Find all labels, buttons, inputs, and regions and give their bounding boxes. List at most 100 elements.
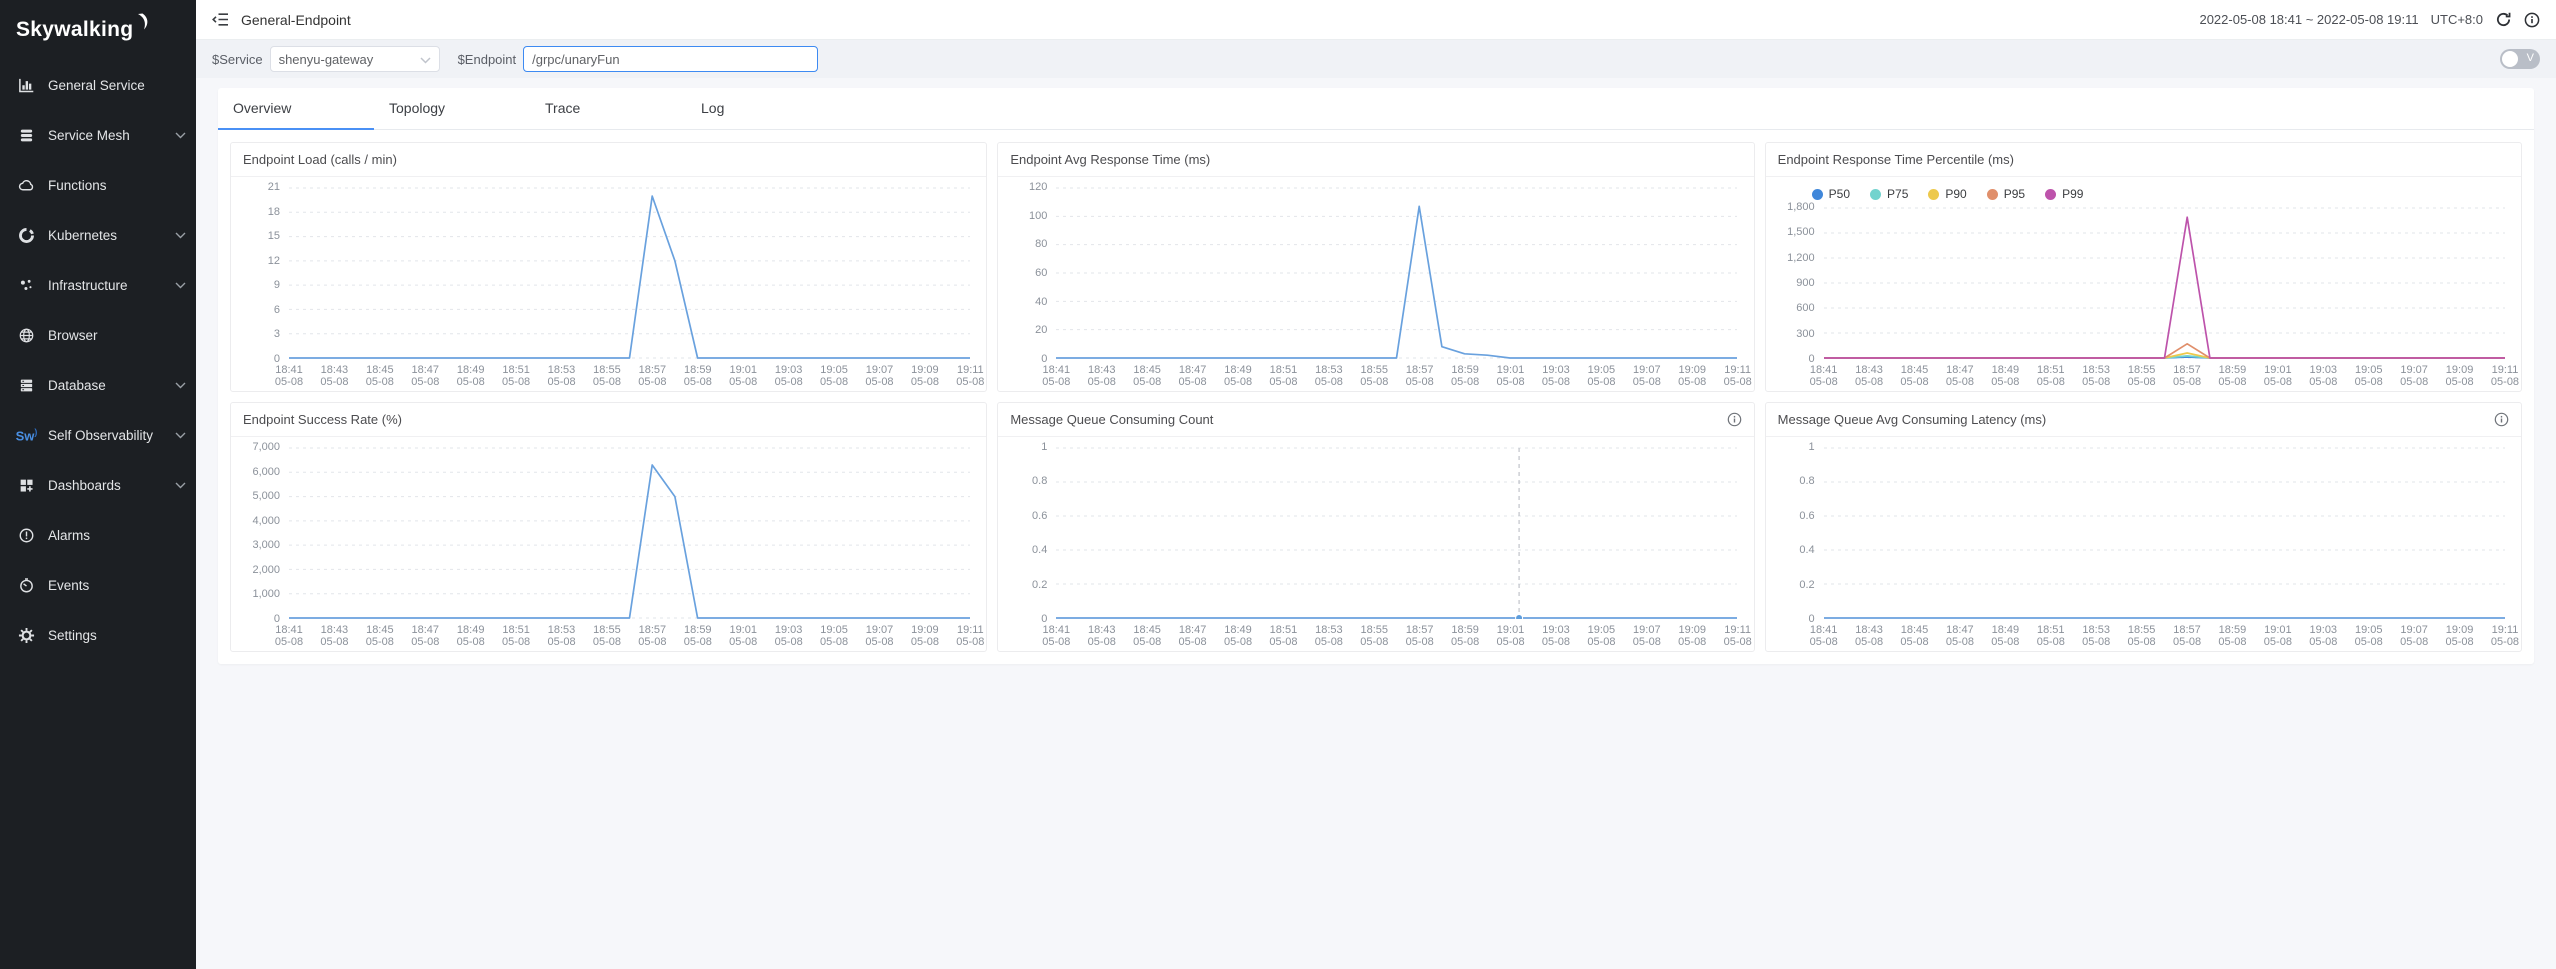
chart-title: Message Queue Avg Consuming Latency (ms): [1778, 412, 2047, 427]
x-tick-label: 19:0905-08: [2445, 364, 2473, 388]
x-tick-label: 19:1105-08: [956, 624, 984, 648]
x-tick-label: 18:4505-08: [1133, 624, 1161, 648]
x-tick-label: 18:4505-08: [366, 364, 394, 388]
x-tick-label: 18:5705-08: [1406, 624, 1434, 648]
x-tick-label: 18:5105-08: [1269, 624, 1297, 648]
y-tick-label: 100: [1029, 210, 1047, 222]
info-icon[interactable]: [2524, 12, 2540, 28]
y-tick-label: 120: [1029, 181, 1047, 193]
x-tick-label: 18:5705-08: [638, 624, 666, 648]
tab-trace[interactable]: Trace: [530, 88, 686, 129]
x-tick-label: 18:4905-08: [1224, 624, 1252, 648]
sidebar-item-settings[interactable]: Settings: [0, 610, 196, 660]
sidebar-item-events[interactable]: Events: [0, 560, 196, 610]
refresh-icon[interactable]: [2495, 11, 2512, 28]
y-tick-label: 40: [1035, 296, 1047, 308]
x-tick-label: 19:0105-08: [1496, 364, 1524, 388]
y-tick-label: 0.2: [1032, 579, 1047, 591]
x-tick-label: 18:4705-08: [1946, 364, 1974, 388]
tab-log[interactable]: Log: [686, 88, 842, 129]
chart-title: Message Queue Consuming Count: [1010, 412, 1213, 427]
sidebar-item-dashboards[interactable]: Dashboards: [0, 460, 196, 510]
app-logo[interactable]: Skywalking: [0, 0, 196, 60]
sidebar-item-general-service[interactable]: General Service: [0, 60, 196, 110]
legend-item-p99[interactable]: P99: [2045, 187, 2083, 201]
x-tick-label: 19:0905-08: [1678, 624, 1706, 648]
x-tick-label: 18:4905-08: [1991, 364, 2019, 388]
y-axis: 7,0006,0005,0004,0003,0002,0001,0000: [237, 447, 289, 619]
series-line-p99: [1824, 217, 2505, 358]
chart-plot[interactable]: [289, 447, 970, 619]
x-tick-label: 19:0905-08: [1678, 364, 1706, 388]
sidebar-item-self-observability[interactable]: Sw)Self Observability: [0, 410, 196, 460]
y-tick-label: 300: [1796, 328, 1814, 340]
x-tick-label: 19:0905-08: [911, 364, 939, 388]
chart-plot[interactable]: [1824, 447, 2505, 619]
x-tick-label: 18:5305-08: [2082, 364, 2110, 388]
y-tick-label: 9: [274, 279, 280, 291]
sidebar-item-functions[interactable]: Functions: [0, 160, 196, 210]
x-tick-label: 18:4905-08: [1991, 624, 2019, 648]
x-tick-label: 19:0105-08: [729, 624, 757, 648]
x-tick-label: 19:0505-08: [820, 364, 848, 388]
x-tick-label: 18:4105-08: [1042, 364, 1070, 388]
service-select[interactable]: shenyu-gateway: [270, 46, 440, 72]
x-tick-label: 18:4305-08: [320, 364, 348, 388]
sidebar-item-browser[interactable]: Browser: [0, 310, 196, 360]
tab-topology[interactable]: Topology: [374, 88, 530, 129]
logo-swoosh-icon: [135, 13, 149, 38]
time-range[interactable]: 2022-05-08 18:41 ~ 2022-05-08 19:11: [2199, 12, 2418, 27]
y-tick-label: 6,000: [252, 466, 280, 478]
y-tick-label: 0.6: [1032, 510, 1047, 522]
legend-dot: [1987, 189, 1998, 200]
chart-plot[interactable]: [1824, 207, 2505, 359]
x-tick-label: 18:5505-08: [2128, 364, 2156, 388]
chart-info-icon[interactable]: [1727, 412, 1742, 427]
view-toggle[interactable]: V: [2500, 49, 2540, 69]
x-tick-label: 18:4105-08: [275, 364, 303, 388]
chevron-down-icon: [175, 232, 186, 239]
sidebar-item-kubernetes[interactable]: Kubernetes: [0, 210, 196, 260]
x-tick-label: 18:5705-08: [2173, 624, 2201, 648]
sidebar-item-service-mesh[interactable]: Service Mesh: [0, 110, 196, 160]
chart-plot[interactable]: [1056, 447, 1737, 619]
dashboards-icon: [17, 477, 36, 494]
tab-overview[interactable]: Overview: [218, 88, 374, 129]
sidebar-item-database[interactable]: Database: [0, 360, 196, 410]
chart-plot[interactable]: [1056, 187, 1737, 359]
x-tick-label: 19:1105-08: [956, 364, 984, 388]
x-tick-label: 18:4505-08: [366, 624, 394, 648]
timezone[interactable]: UTC+8:0: [2431, 12, 2483, 27]
legend-item-p50[interactable]: P50: [1812, 187, 1850, 201]
chart-info-icon[interactable]: [2494, 412, 2509, 427]
x-tick-label: 18:4105-08: [275, 624, 303, 648]
x-tick-label: 19:0705-08: [865, 624, 893, 648]
service-label: $Service: [212, 52, 263, 67]
collapse-sidebar-icon[interactable]: [212, 12, 229, 27]
x-tick-label: 18:5305-08: [547, 624, 575, 648]
x-tick-label: 18:5305-08: [1315, 364, 1343, 388]
chevron-down-icon: [175, 482, 186, 489]
legend-item-p75[interactable]: P75: [1870, 187, 1908, 201]
endpoint-input[interactable]: [523, 46, 818, 72]
y-tick-label: 20: [1035, 324, 1047, 336]
x-tick-label: 18:4105-08: [1810, 364, 1838, 388]
sidebar-item-label: General Service: [48, 78, 186, 93]
y-tick-label: 15: [268, 230, 280, 242]
chart-card-message-queue-consuming-count: Message Queue Consuming Count10.80.60.40…: [997, 402, 1754, 652]
sidebar-item-alarms[interactable]: Alarms: [0, 510, 196, 560]
chevron-down-icon: [175, 432, 186, 439]
sidebar-item-infrastructure[interactable]: Infrastructure: [0, 260, 196, 310]
x-tick-label: 19:0905-08: [2445, 624, 2473, 648]
legend-item-p95[interactable]: P95: [1987, 187, 2025, 201]
y-tick-label: 0.6: [1799, 510, 1814, 522]
chart-title: Endpoint Success Rate (%): [243, 412, 402, 427]
legend-item-p90[interactable]: P90: [1928, 187, 1966, 201]
sidebar: Skywalking General Service Service MeshFu…: [0, 0, 196, 969]
database-icon: [17, 377, 36, 394]
chevron-down-icon: [175, 382, 186, 389]
chart-plot[interactable]: [289, 187, 970, 359]
y-tick-label: 1,000: [252, 588, 280, 600]
y-tick-label: 1,800: [1787, 201, 1815, 213]
x-axis: 18:4105-0818:4305-0818:4505-0818:4705-08…: [1056, 619, 1737, 649]
